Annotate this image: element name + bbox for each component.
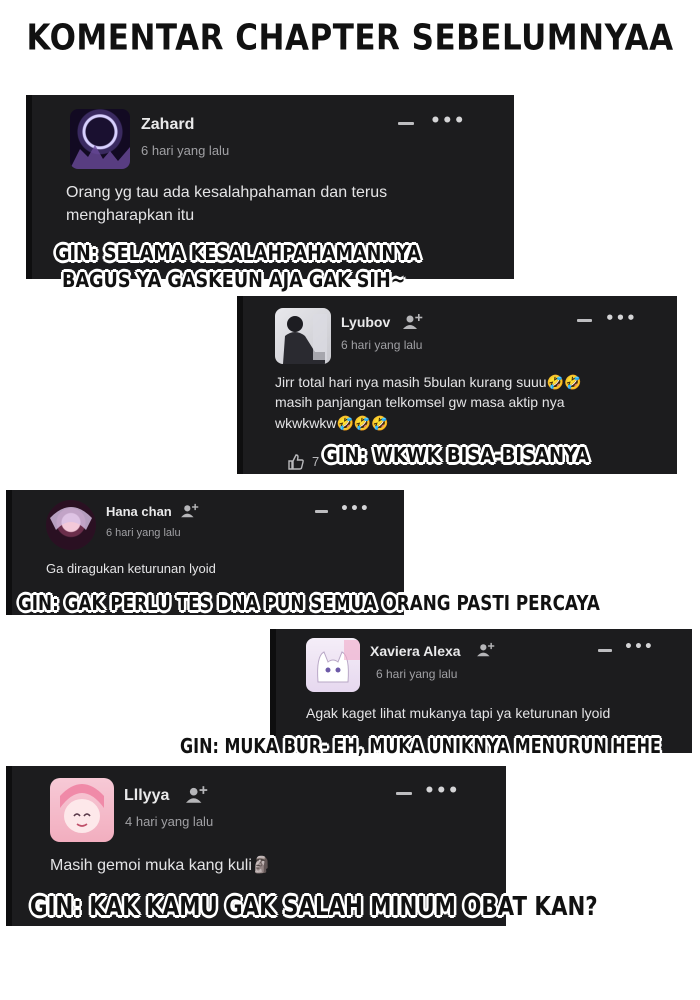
avatar[interactable] xyxy=(275,308,331,364)
caption-line: BAGUS YA GASKEUN AJA GAK SIH~ xyxy=(62,268,406,292)
caption-line: GIN: MUKA BUR- EH, MUKA UNIKNYA MENURUN … xyxy=(180,734,661,758)
caption-lyubov: GIN: WKWK BISA-BISANYA xyxy=(323,442,589,469)
caption-line: GIN: SELAMA KESALAHPAHAMANNYA xyxy=(55,241,421,265)
comment-time: 6 hari yang lalu xyxy=(376,667,458,681)
comment-text-line: wkwkwkw🤣🤣🤣 xyxy=(275,414,389,431)
like-count: 7 xyxy=(312,454,320,469)
caption-xaviera-alexa: GIN: MUKA BUR- EH, MUKA UNIKNYA MENURUN … xyxy=(180,733,661,760)
person-sitting-avatar-icon xyxy=(283,314,327,364)
avatar[interactable] xyxy=(70,109,130,169)
add-friend-icon[interactable] xyxy=(403,313,423,331)
comment-text-line: Agak kaget lihat mukanya tapi ya keturun… xyxy=(306,705,611,721)
comment-time: 6 hari yang lalu xyxy=(141,143,230,158)
comment-time: 6 hari yang lalu xyxy=(106,527,181,539)
caption-hana-chan: GIN: GAK PERLU TES DNA PUN SEMUA ORANG P… xyxy=(18,590,600,617)
anime-girl-avatar-icon xyxy=(50,507,92,530)
comment-username[interactable]: Xaviera Alexa xyxy=(370,643,461,659)
avatar[interactable] xyxy=(306,638,360,692)
collapse-icon[interactable] xyxy=(598,649,612,652)
collapse-icon[interactable] xyxy=(315,510,328,513)
comment-text: Jirr total hari nya masih 5bulan kurang … xyxy=(275,372,675,433)
comment-username[interactable]: Lllyya xyxy=(124,787,169,805)
comment-text-line: Jirr total hari nya masih 5bulan kurang … xyxy=(275,374,582,390)
more-options-icon[interactable]: ••• xyxy=(430,111,466,131)
comment-text-line: mengharapkan itu xyxy=(66,207,195,225)
caption-line: GIN: GAK PERLU TES DNA PUN SEMUA ORANG P… xyxy=(18,591,600,615)
collapse-icon[interactable] xyxy=(398,122,414,125)
comment-text-line: Masih gemoi muka kang kuli🗿 xyxy=(50,857,272,874)
add-friend-icon[interactable] xyxy=(477,642,495,658)
caption-zahard: GIN: SELAMA KESALAHPAHAMANNYA BAGUS YA G… xyxy=(55,240,421,294)
dark-ring-avatar-icon xyxy=(70,145,130,169)
collapse-icon[interactable] xyxy=(577,319,592,322)
comment-text-line: masih panjangan telkomsel gw masa aktip … xyxy=(275,394,565,411)
comment-text: Ga diragukan keturunan lyoid xyxy=(46,560,386,579)
comment-text: Orang yg tau ada kesalahpahaman dan teru… xyxy=(66,181,506,227)
comment-username[interactable]: Hana chan xyxy=(106,504,172,519)
more-options-icon[interactable]: ••• xyxy=(605,309,637,327)
avatar[interactable] xyxy=(46,500,96,550)
page-title: KOMENTAR CHAPTER SEBELUMNYAA xyxy=(26,17,674,59)
caption-line: GIN: WKWK BISA-BISANYA xyxy=(323,443,590,467)
pink-hair-girl-avatar-icon xyxy=(60,784,104,833)
comment-text-line: Ga diragukan keturunan lyoid xyxy=(46,561,216,576)
comment-time: 6 hari yang lalu xyxy=(341,338,423,352)
more-options-icon[interactable]: ••• xyxy=(624,639,654,655)
comment-time: 4 hari yang lalu xyxy=(125,814,214,829)
comment-username[interactable]: Lyubov xyxy=(341,314,390,330)
add-friend-icon[interactable] xyxy=(186,785,208,805)
avatar[interactable] xyxy=(50,778,114,842)
caption-line: GIN: KAK KAMU GAK SALAH MINUM OBAT KAN? xyxy=(30,892,598,922)
comment-text-line: Orang yg tau ada kesalahpahaman dan teru… xyxy=(66,184,388,201)
collapse-icon[interactable] xyxy=(396,792,412,795)
white-cat-avatar-icon xyxy=(317,640,360,683)
more-options-icon[interactable]: ••• xyxy=(424,781,460,801)
caption-lllyya: GIN: KAK KAMU GAK SALAH MINUM OBAT KAN? xyxy=(30,890,598,924)
thumbs-up-icon[interactable] xyxy=(287,453,305,471)
add-friend-icon[interactable] xyxy=(181,503,199,519)
comment-text: Agak kaget lihat mukanya tapi ya keturun… xyxy=(306,703,686,723)
comment-username[interactable]: Zahard xyxy=(141,116,194,134)
more-options-icon[interactable]: ••• xyxy=(340,501,370,517)
comment-text: Masih gemoi muka kang kuli🗿 xyxy=(50,854,490,877)
